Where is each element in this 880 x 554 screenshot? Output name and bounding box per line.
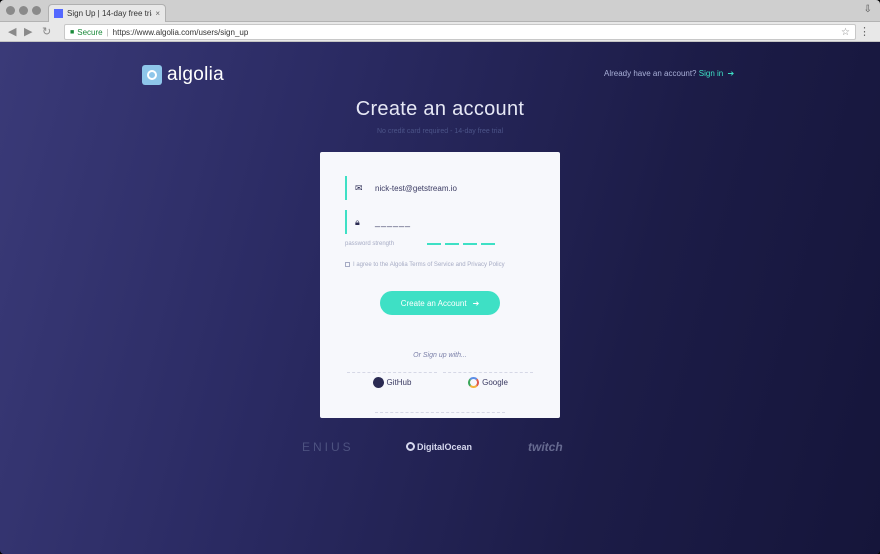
strength-bar — [445, 243, 459, 245]
terms-checkbox-row[interactable]: I agree to the Algolia Terms of Service … — [345, 261, 535, 269]
create-account-button[interactable]: Create an Account ➔ — [380, 291, 500, 315]
strength-bar — [427, 243, 441, 245]
github-icon — [372, 377, 384, 388]
url-text: https://www.algolia.com/users/sign_up — [112, 27, 249, 37]
signin-prompt-text: Already have an account? — [604, 69, 697, 78]
signup-card: ✉ nick-test@getstream.io 🔒︎ ______ passw… — [320, 152, 560, 418]
tab-title: Sign Up | 14-day free trial | Al — [67, 9, 152, 18]
terms-text: I agree to the Algolia Terms of Service … — [353, 262, 505, 268]
reload-button[interactable]: ↻ — [42, 24, 51, 40]
digitalocean-text: DigitalOcean — [417, 442, 473, 452]
secure-label: Secure — [77, 27, 103, 37]
arrow-right-icon: ➔ — [727, 69, 735, 78]
tab-close-icon[interactable]: × — [155, 9, 160, 18]
password-strength-label: password strength — [345, 241, 395, 247]
strength-bar — [481, 243, 495, 245]
forward-button[interactable]: ▶ — [24, 24, 32, 40]
or-signup-text: Or Sign up with... — [413, 352, 467, 359]
password-field[interactable]: 🔒︎ ______ — [345, 210, 535, 234]
github-signup-button[interactable]: GitHub — [347, 372, 437, 392]
digitalocean-logo: DigitalOcean — [406, 442, 472, 452]
close-window-button[interactable] — [6, 6, 15, 15]
browser-menu-icon[interactable]: ⋮ — [859, 25, 870, 39]
twitch-logo: twitch — [528, 440, 563, 454]
maximize-window-button[interactable] — [32, 6, 41, 15]
create-account-label: Create an Account — [400, 298, 467, 308]
address-bar[interactable]: ■ Secure | https://www.algolia.com/users… — [64, 24, 856, 40]
google-icon — [468, 377, 480, 388]
lock-icon: 🔒︎ — [355, 217, 360, 227]
browser-window: Sign Up | 14-day free trial | Al × ⇩ ◀ ▶… — [0, 0, 880, 554]
bookmark-star-icon[interactable]: ☆ — [841, 27, 850, 38]
google-signup-button[interactable]: Google — [443, 372, 533, 392]
signin-prompt: Already have an account? Sign in ➔ — [604, 69, 734, 78]
email-value: nick-test@getstream.io — [375, 183, 457, 193]
digitalocean-icon — [406, 442, 415, 451]
lock-icon: ■ — [70, 28, 75, 36]
back-button[interactable]: ◀ — [8, 24, 16, 40]
strength-bar — [463, 243, 477, 245]
email-field[interactable]: ✉ nick-test@getstream.io — [345, 176, 535, 200]
downloads-icon[interactable]: ⇩ — [864, 4, 872, 15]
signin-link[interactable]: Sign in — [699, 69, 723, 78]
algolia-favicon-icon — [54, 9, 63, 18]
page-content: algolia Already have an account? Sign in… — [0, 42, 880, 554]
page-title: Create an account — [355, 98, 525, 120]
logo-text: algolia — [167, 64, 225, 85]
minimize-window-button[interactable] — [19, 6, 28, 15]
divider — [375, 412, 505, 413]
arrow-right-icon: ➔ — [472, 298, 480, 308]
password-value: ______ — [375, 217, 412, 227]
client-logos: ENIUS DigitalOcean twitch — [0, 440, 880, 456]
algolia-logo-icon — [142, 65, 162, 85]
envelope-icon: ✉ — [355, 183, 363, 193]
terms-checkbox[interactable] — [345, 261, 350, 267]
url-separator: | — [106, 27, 109, 37]
google-label: Google — [482, 378, 508, 387]
tab-strip: Sign Up | 14-day free trial | Al × ⇩ — [0, 0, 880, 22]
page-subtitle: No credit card required - 14-day free tr… — [376, 128, 504, 135]
genius-logo: ENIUS — [302, 440, 354, 454]
browser-toolbar: ◀ ▶ ↻ ■ Secure | https://www.algolia.com… — [0, 22, 880, 42]
algolia-logo[interactable]: algolia — [142, 64, 224, 86]
password-strength: password strength — [345, 240, 535, 248]
github-label: GitHub — [386, 378, 412, 387]
tab-signup[interactable]: Sign Up | 14-day free trial | Al × — [48, 4, 166, 22]
